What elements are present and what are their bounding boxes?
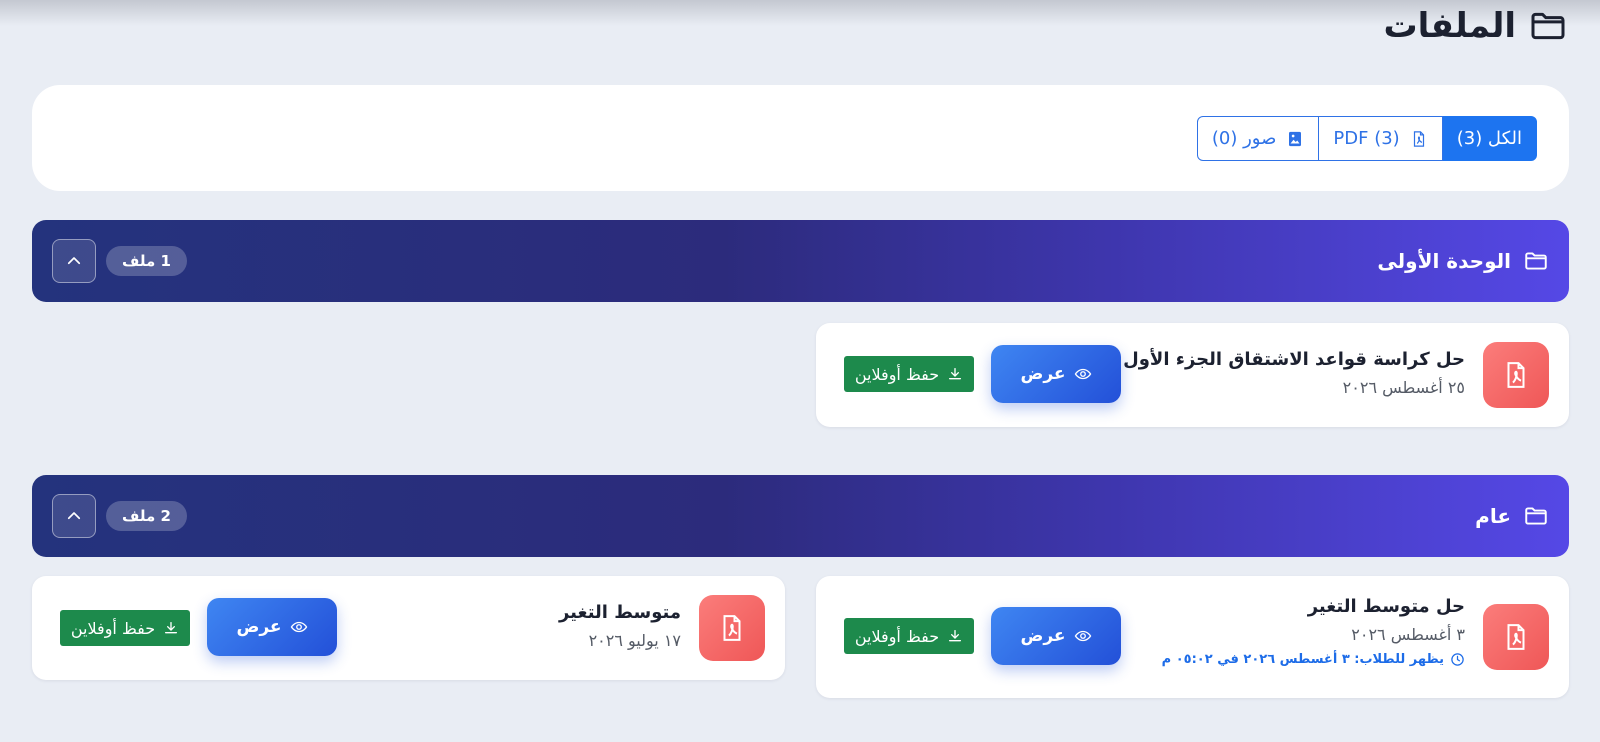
chevron-up-icon — [67, 512, 81, 520]
file-card: حل كراسة قواعد الاشتقاق الجزء الأول ٢٥ أ… — [816, 323, 1569, 427]
folder-icon — [1525, 507, 1547, 525]
file-date: ١٧ يوليو ٢٠٢٦ — [588, 631, 681, 650]
top-shade — [0, 0, 1600, 26]
section-title-text: الوحدة الأولى — [1377, 249, 1511, 273]
collapse-button[interactable] — [52, 239, 96, 283]
file-date: ٢٥ أغسطس ٢٠٢٦ — [1342, 378, 1465, 397]
download-icon — [949, 630, 962, 642]
file-name: متوسط التغير — [558, 602, 681, 623]
save-offline-label: حفظ أوفلاين — [854, 626, 940, 646]
tab-all-label: الكل (3) — [1456, 128, 1522, 149]
page-title: الملفات — [1383, 6, 1517, 46]
file-date: ٣ أغسطس ٢٠٢٦ — [1351, 625, 1465, 644]
save-offline-label: حفظ أوفلاين — [854, 364, 940, 384]
file-card: حل متوسط التغير ٣ أغسطس ٢٠٢٦ يظهر للطلاب… — [816, 576, 1569, 698]
filter-tabs: الكل (3) PDF (3) صور (0) — [1196, 116, 1537, 161]
save-offline-button[interactable]: حفظ أوفلاين — [844, 618, 974, 654]
pdf-file-icon — [1507, 362, 1525, 388]
pdf-thumbnail — [699, 595, 765, 661]
section-title: عام — [1475, 475, 1549, 557]
folder-icon — [1525, 252, 1547, 270]
pdf-thumbnail — [1483, 342, 1549, 408]
file-count-badge: 2 ملف — [106, 501, 187, 531]
visibility-note: يظهر للطلاب: ٣ أغسطس ٢٠٢٦ في ٠٥:٠٢ م — [1162, 652, 1465, 667]
tab-images-label: صور (0) — [1211, 128, 1277, 149]
view-button[interactable]: عرض — [207, 598, 337, 656]
eye-icon — [290, 621, 307, 633]
visibility-note-text: يظهر للطلاب: ٣ أغسطس ٢٠٢٦ في ٠٥:٠٢ م — [1161, 652, 1444, 667]
tab-pdf-label: PDF (3) — [1333, 128, 1400, 149]
file-info: حل متوسط التغير ٣ أغسطس ٢٠٢٦ يظهر للطلاب… — [1162, 596, 1465, 667]
save-offline-button[interactable]: حفظ أوفلاين — [844, 356, 974, 392]
pdf-thumbnail — [1483, 604, 1549, 670]
file-name: حل متوسط التغير — [1307, 596, 1465, 617]
tab-images[interactable]: صور (0) — [1196, 116, 1320, 161]
file-info: حل كراسة قواعد الاشتقاق الجزء الأول ٢٥ أ… — [1123, 349, 1465, 397]
tab-all[interactable]: الكل (3) — [1441, 116, 1537, 161]
filter-card: الكل (3) PDF (3) صور (0) — [32, 85, 1569, 191]
clock-icon — [1451, 653, 1464, 666]
section-title-text: عام — [1475, 504, 1511, 528]
page-header: الملفات — [1384, 2, 1569, 50]
pdf-file-icon — [723, 615, 741, 641]
tab-pdf[interactable]: PDF (3) — [1318, 116, 1443, 161]
view-button-label: عرض — [1020, 626, 1066, 646]
section-header-unit-1[interactable]: الوحدة الأولى 1 ملف — [32, 220, 1569, 302]
save-offline-button[interactable]: حفظ أوفلاين — [60, 610, 190, 646]
download-icon — [949, 368, 962, 380]
file-name: حل كراسة قواعد الاشتقاق الجزء الأول — [1123, 349, 1465, 370]
pdf-file-icon — [1507, 624, 1525, 650]
section-title: الوحدة الأولى — [1377, 220, 1549, 302]
folder-icon — [1531, 12, 1565, 40]
eye-icon — [1074, 630, 1091, 642]
view-button[interactable]: عرض — [991, 345, 1121, 403]
save-offline-label: حفظ أوفلاين — [70, 618, 156, 638]
view-button-label: عرض — [236, 617, 282, 637]
eye-icon — [1074, 368, 1091, 380]
section-header-general[interactable]: عام 2 ملف — [32, 475, 1569, 557]
image-file-icon — [1289, 131, 1302, 146]
file-count-badge: 1 ملف — [106, 246, 187, 276]
view-button-label: عرض — [1020, 364, 1066, 384]
pdf-file-icon — [1413, 130, 1424, 147]
download-icon — [165, 622, 178, 634]
file-card: متوسط التغير ١٧ يوليو ٢٠٢٦ عرض حفظ أوفلا… — [32, 576, 785, 680]
view-button[interactable]: عرض — [991, 607, 1121, 665]
chevron-up-icon — [67, 257, 81, 265]
file-info: متوسط التغير ١٧ يوليو ٢٠٢٦ — [559, 602, 681, 650]
collapse-button[interactable] — [52, 494, 96, 538]
